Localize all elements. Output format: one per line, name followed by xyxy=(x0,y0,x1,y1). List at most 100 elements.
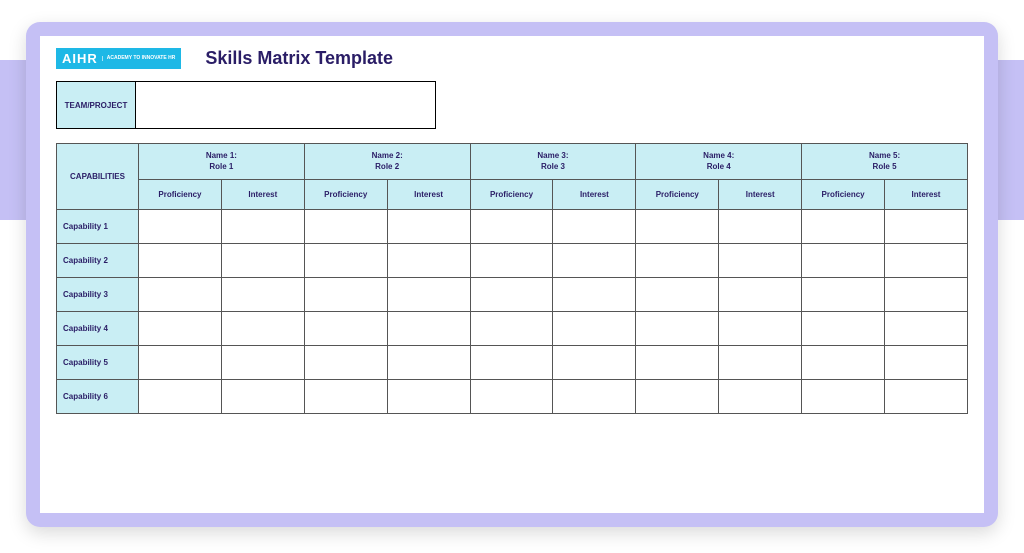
matrix-cell[interactable] xyxy=(221,244,304,278)
person-role: Role 1 xyxy=(209,162,233,171)
matrix-cell[interactable] xyxy=(139,346,222,380)
matrix-cell[interactable] xyxy=(802,380,885,414)
matrix-cell[interactable] xyxy=(221,346,304,380)
matrix-cell[interactable] xyxy=(885,346,968,380)
aihr-logo: AIHR ACADEMY TO INNOVATE HR xyxy=(56,48,181,69)
page-header: AIHR ACADEMY TO INNOVATE HR Skills Matri… xyxy=(56,48,968,69)
person-role: Role 2 xyxy=(375,162,399,171)
person-header-5: Name 5: Role 5 xyxy=(802,144,968,180)
matrix-cell[interactable] xyxy=(139,312,222,346)
matrix-cell[interactable] xyxy=(636,346,719,380)
matrix-cell[interactable] xyxy=(885,312,968,346)
matrix-cell[interactable] xyxy=(304,312,387,346)
matrix-cell[interactable] xyxy=(470,346,553,380)
matrix-cell[interactable] xyxy=(553,346,636,380)
matrix-cell[interactable] xyxy=(802,278,885,312)
matrix-cell[interactable] xyxy=(636,380,719,414)
matrix-cell[interactable] xyxy=(139,244,222,278)
matrix-cell[interactable] xyxy=(304,244,387,278)
table-row: Capability 4 xyxy=(57,312,968,346)
matrix-cell[interactable] xyxy=(387,244,470,278)
sub-interest: Interest xyxy=(885,180,968,210)
matrix-cell[interactable] xyxy=(636,312,719,346)
person-name: Name 1: xyxy=(206,151,237,160)
matrix-cell[interactable] xyxy=(885,244,968,278)
capability-label: Capability 1 xyxy=(57,210,139,244)
matrix-cell[interactable] xyxy=(719,244,802,278)
matrix-cell[interactable] xyxy=(553,210,636,244)
matrix-cell[interactable] xyxy=(221,380,304,414)
sub-interest: Interest xyxy=(719,180,802,210)
matrix-cell[interactable] xyxy=(221,278,304,312)
capabilities-header: CAPABILITIES xyxy=(57,144,139,210)
matrix-cell[interactable] xyxy=(802,346,885,380)
matrix-cell[interactable] xyxy=(553,380,636,414)
matrix-cell[interactable] xyxy=(387,380,470,414)
team-project-row: TEAM/PROJECT xyxy=(56,81,968,129)
matrix-cell[interactable] xyxy=(304,346,387,380)
matrix-cell[interactable] xyxy=(221,312,304,346)
matrix-cell[interactable] xyxy=(387,278,470,312)
person-name: Name 5: xyxy=(869,151,900,160)
matrix-cell[interactable] xyxy=(470,278,553,312)
matrix-cell[interactable] xyxy=(802,312,885,346)
person-header-3: Name 3: Role 3 xyxy=(470,144,636,180)
person-name: Name 2: xyxy=(372,151,403,160)
matrix-cell[interactable] xyxy=(719,278,802,312)
matrix-cell[interactable] xyxy=(885,380,968,414)
matrix-cell[interactable] xyxy=(387,210,470,244)
matrix-cell[interactable] xyxy=(139,210,222,244)
matrix-cell[interactable] xyxy=(304,380,387,414)
person-name: Name 4: xyxy=(703,151,734,160)
header-row-people: CAPABILITIES Name 1: Role 1 Name 2: Role… xyxy=(57,144,968,180)
sub-proficiency: Proficiency xyxy=(139,180,222,210)
sub-proficiency: Proficiency xyxy=(304,180,387,210)
matrix-cell[interactable] xyxy=(885,278,968,312)
header-row-sub: Proficiency Interest Proficiency Interes… xyxy=(57,180,968,210)
matrix-cell[interactable] xyxy=(636,244,719,278)
matrix-cell[interactable] xyxy=(470,380,553,414)
logo-tagline: ACADEMY TO INNOVATE HR xyxy=(102,56,176,62)
sub-interest: Interest xyxy=(221,180,304,210)
table-row: Capability 3 xyxy=(57,278,968,312)
table-row: Capability 6 xyxy=(57,380,968,414)
matrix-cell[interactable] xyxy=(387,346,470,380)
sub-proficiency: Proficiency xyxy=(802,180,885,210)
capability-label: Capability 6 xyxy=(57,380,139,414)
matrix-cell[interactable] xyxy=(304,210,387,244)
sub-proficiency: Proficiency xyxy=(470,180,553,210)
matrix-cell[interactable] xyxy=(553,312,636,346)
matrix-cell[interactable] xyxy=(802,210,885,244)
matrix-cell[interactable] xyxy=(470,210,553,244)
team-project-input[interactable] xyxy=(136,81,436,129)
card-frame: AIHR ACADEMY TO INNOVATE HR Skills Matri… xyxy=(26,22,998,527)
matrix-cell[interactable] xyxy=(719,312,802,346)
matrix-cell[interactable] xyxy=(636,278,719,312)
matrix-cell[interactable] xyxy=(221,210,304,244)
person-header-2: Name 2: Role 2 xyxy=(304,144,470,180)
matrix-cell[interactable] xyxy=(139,278,222,312)
matrix-cell[interactable] xyxy=(719,346,802,380)
person-role: Role 3 xyxy=(541,162,565,171)
matrix-cell[interactable] xyxy=(553,278,636,312)
matrix-cell[interactable] xyxy=(139,380,222,414)
matrix-cell[interactable] xyxy=(719,210,802,244)
person-header-1: Name 1: Role 1 xyxy=(139,144,305,180)
matrix-cell[interactable] xyxy=(885,210,968,244)
matrix-cell[interactable] xyxy=(304,278,387,312)
matrix-cell[interactable] xyxy=(719,380,802,414)
capability-label: Capability 4 xyxy=(57,312,139,346)
person-role: Role 4 xyxy=(707,162,731,171)
person-role: Role 5 xyxy=(873,162,897,171)
logo-brand: AIHR xyxy=(62,52,98,65)
page-title: Skills Matrix Template xyxy=(205,48,393,69)
person-name: Name 3: xyxy=(537,151,568,160)
matrix-cell[interactable] xyxy=(553,244,636,278)
matrix-cell[interactable] xyxy=(636,210,719,244)
matrix-cell[interactable] xyxy=(387,312,470,346)
matrix-cell[interactable] xyxy=(470,312,553,346)
sub-proficiency: Proficiency xyxy=(636,180,719,210)
matrix-cell[interactable] xyxy=(470,244,553,278)
document-card: AIHR ACADEMY TO INNOVATE HR Skills Matri… xyxy=(40,36,984,513)
matrix-cell[interactable] xyxy=(802,244,885,278)
